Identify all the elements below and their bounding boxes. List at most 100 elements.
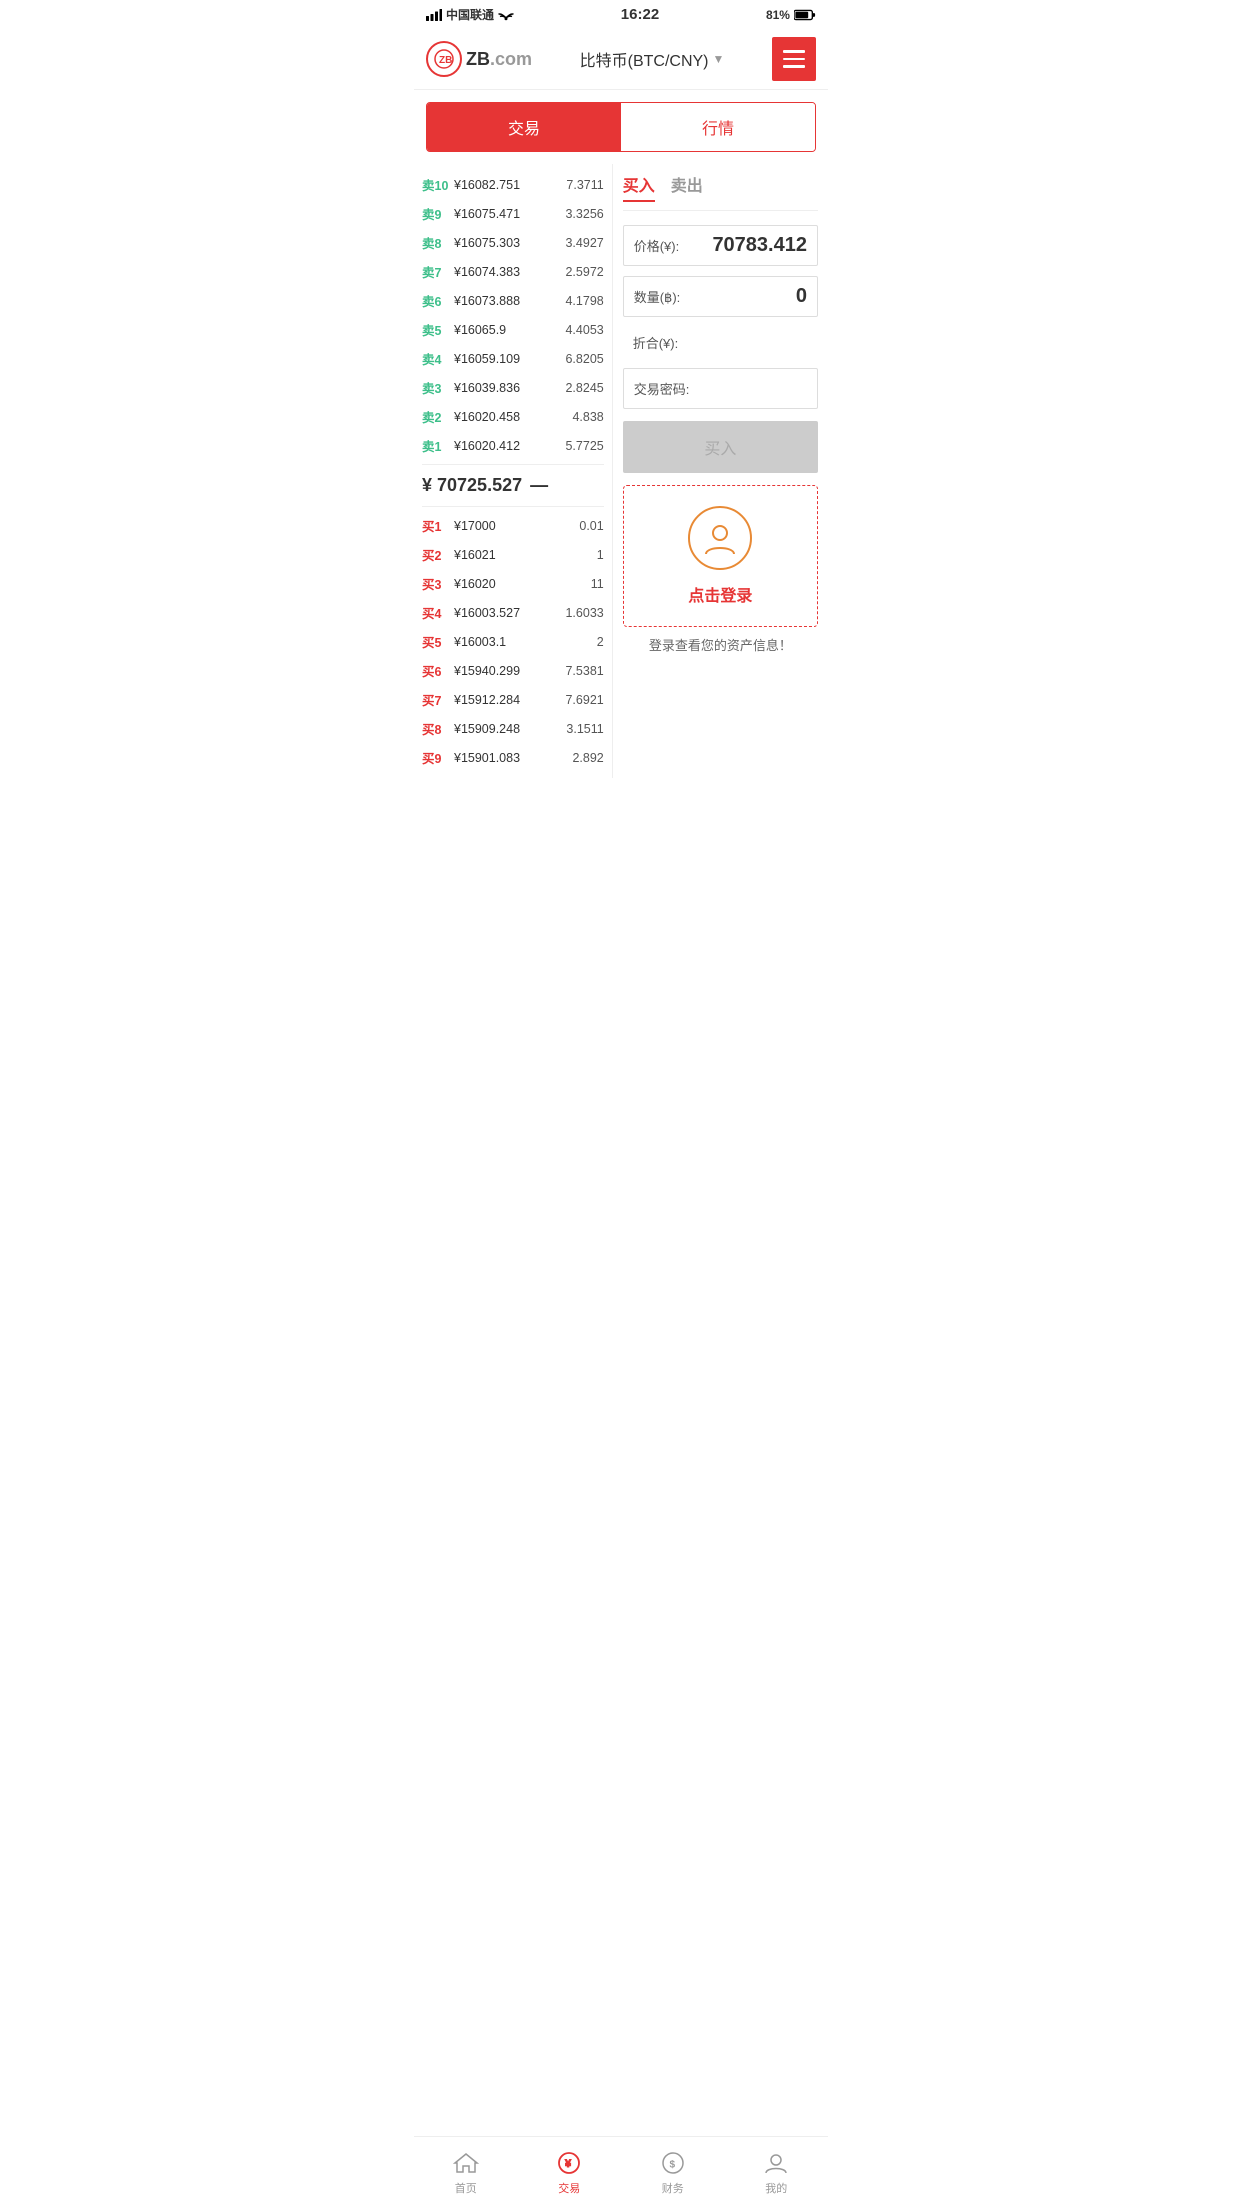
buy-tab[interactable]: 买入 [623, 172, 655, 202]
trade-icon: ¥ [555, 2149, 583, 2177]
buy-price: ¥15912.284 [450, 693, 565, 707]
buy-order-row[interactable]: 买7 ¥15912.284 7.6921 [422, 685, 604, 714]
buy-price: ¥15940.299 [450, 664, 565, 678]
buy-order-row[interactable]: 买5 ¥16003.1 2 [422, 627, 604, 656]
current-price: ¥ 70725.527 [422, 475, 522, 496]
signal-icon [426, 9, 442, 21]
time-display: 16:22 [621, 6, 659, 23]
buy-qty: 7.5381 [565, 664, 603, 678]
nav-trade[interactable]: ¥ 交易 [518, 2145, 622, 2200]
hamburger-button[interactable] [772, 37, 816, 81]
buy-label: 买9 [422, 748, 450, 767]
header: ZB ZB.com 比特币(BTC/CNY) ▼ [414, 29, 828, 90]
sell-order-row[interactable]: 卖5 ¥16065.9 4.4053 [422, 315, 604, 344]
sell-label: 卖4 [422, 349, 450, 368]
tab-trade[interactable]: 交易 [427, 103, 621, 151]
sell-qty: 3.4927 [565, 236, 603, 250]
buy-label: 买5 [422, 632, 450, 651]
sell-qty: 3.3256 [565, 207, 603, 221]
status-right: 81% [766, 8, 816, 22]
buy-qty: 0.01 [579, 519, 603, 533]
sell-order-row[interactable]: 卖4 ¥16059.109 6.8205 [422, 344, 604, 373]
sell-order-row[interactable]: 卖10 ¥16082.751 7.3711 [422, 170, 604, 199]
sell-order-row[interactable]: 卖1 ¥16020.412 5.7725 [422, 431, 604, 460]
password-field[interactable]: 交易密码: [623, 368, 818, 409]
price-label: 价格(¥): [634, 236, 680, 255]
sell-label: 卖2 [422, 407, 450, 426]
sell-qty: 5.7725 [565, 439, 603, 453]
battery-label: 81% [766, 8, 790, 22]
sell-price: ¥16073.888 [450, 294, 565, 308]
sell-label: 卖5 [422, 320, 450, 339]
main-tab-bar: 交易 行情 [426, 102, 816, 152]
sell-price: ¥16020.412 [450, 439, 565, 453]
buy-label: 买6 [422, 661, 450, 680]
sell-order-row[interactable]: 卖9 ¥16075.471 3.3256 [422, 199, 604, 228]
nav-profile-label: 我的 [765, 2180, 787, 2196]
sell-price: ¥16039.836 [450, 381, 565, 395]
sell-order-row[interactable]: 卖2 ¥16020.458 4.838 [422, 402, 604, 431]
svg-text:$: $ [669, 2160, 675, 2171]
sell-price: ¥16075.471 [450, 207, 565, 221]
buy-price: ¥17000 [450, 519, 579, 533]
buy-order-row[interactable]: 买6 ¥15940.299 7.5381 [422, 656, 604, 685]
sell-order-row[interactable]: 卖3 ¥16039.836 2.8245 [422, 373, 604, 402]
sell-label: 卖9 [422, 204, 450, 223]
price-value[interactable]: 70783.412 [712, 234, 807, 257]
order-book: 卖10 ¥16082.751 7.3711 卖9 ¥16075.471 3.32… [414, 164, 613, 778]
sell-order-row[interactable]: 卖8 ¥16075.303 3.4927 [422, 228, 604, 257]
sell-order-row[interactable]: 卖7 ¥16074.383 2.5972 [422, 257, 604, 286]
buy-label: 买8 [422, 719, 450, 738]
logo-inner-icon: ZB [434, 49, 454, 69]
price-direction-icon: — [530, 475, 548, 496]
header-title[interactable]: 比特币(BTC/CNY) ▼ [580, 47, 725, 71]
right-panel: 买入 卖出 价格(¥): 70783.412 数量(฿): 0 折合(¥): [613, 164, 828, 778]
nav-home[interactable]: 首页 [414, 2145, 518, 2200]
quantity-value[interactable]: 0 [796, 285, 807, 308]
sell-tab[interactable]: 卖出 [671, 172, 703, 202]
buy-orders: 买1 ¥17000 0.01 买2 ¥16021 1 买3 ¥16020 11 … [422, 511, 604, 772]
sell-label: 卖10 [422, 175, 450, 194]
sell-price: ¥16020.458 [450, 410, 572, 424]
total-label: 折合(¥): [633, 336, 679, 351]
buy-order-row[interactable]: 买2 ¥16021 1 [422, 540, 604, 569]
nav-profile[interactable]: 我的 [725, 2145, 829, 2200]
buy-label: 买1 [422, 516, 450, 535]
sell-label: 卖7 [422, 262, 450, 281]
svg-text:ZB: ZB [439, 55, 452, 66]
buy-order-row[interactable]: 买8 ¥15909.248 3.1511 [422, 714, 604, 743]
price-field: 价格(¥): 70783.412 [623, 225, 818, 266]
buy-qty: 1.6033 [565, 606, 603, 620]
login-prompt: 点击登录 [623, 485, 818, 627]
sell-price: ¥16065.9 [450, 323, 565, 337]
sell-price: ¥16075.303 [450, 236, 565, 250]
tab-market[interactable]: 行情 [621, 103, 815, 151]
buy-qty: 7.6921 [565, 693, 603, 707]
buy-price: ¥16021 [450, 548, 597, 562]
home-icon [452, 2149, 480, 2177]
buy-button[interactable]: 买入 [623, 421, 818, 473]
buy-order-row[interactable]: 买3 ¥16020 11 [422, 569, 604, 598]
buy-order-row[interactable]: 买9 ¥15901.083 2.892 [422, 743, 604, 772]
quantity-label: 数量(฿): [634, 287, 681, 306]
nav-finance[interactable]: $ 财务 [621, 2145, 725, 2200]
profile-icon [762, 2149, 790, 2177]
buy-order-row[interactable]: 买1 ¥17000 0.01 [422, 511, 604, 540]
logo-circle: ZB [426, 41, 462, 77]
sell-qty: 4.838 [572, 410, 603, 424]
status-left: 中国联通 [426, 6, 514, 23]
quantity-field: 数量(฿): 0 [623, 276, 818, 317]
buy-qty: 2.892 [572, 751, 603, 765]
bottom-nav: 首页 ¥ 交易 $ 财务 我的 [414, 2136, 828, 2208]
buy-price: ¥15901.083 [450, 751, 572, 765]
chevron-down-icon: ▼ [713, 52, 725, 66]
sell-qty: 7.3711 [566, 178, 603, 192]
buy-price: ¥16003.527 [450, 606, 565, 620]
buy-label: 买7 [422, 690, 450, 709]
login-button[interactable]: 点击登录 [688, 582, 752, 606]
battery-icon [794, 9, 816, 21]
sell-label: 卖8 [422, 233, 450, 252]
sell-order-row[interactable]: 卖6 ¥16073.888 4.1798 [422, 286, 604, 315]
wifi-icon [498, 9, 514, 21]
buy-order-row[interactable]: 买4 ¥16003.527 1.6033 [422, 598, 604, 627]
